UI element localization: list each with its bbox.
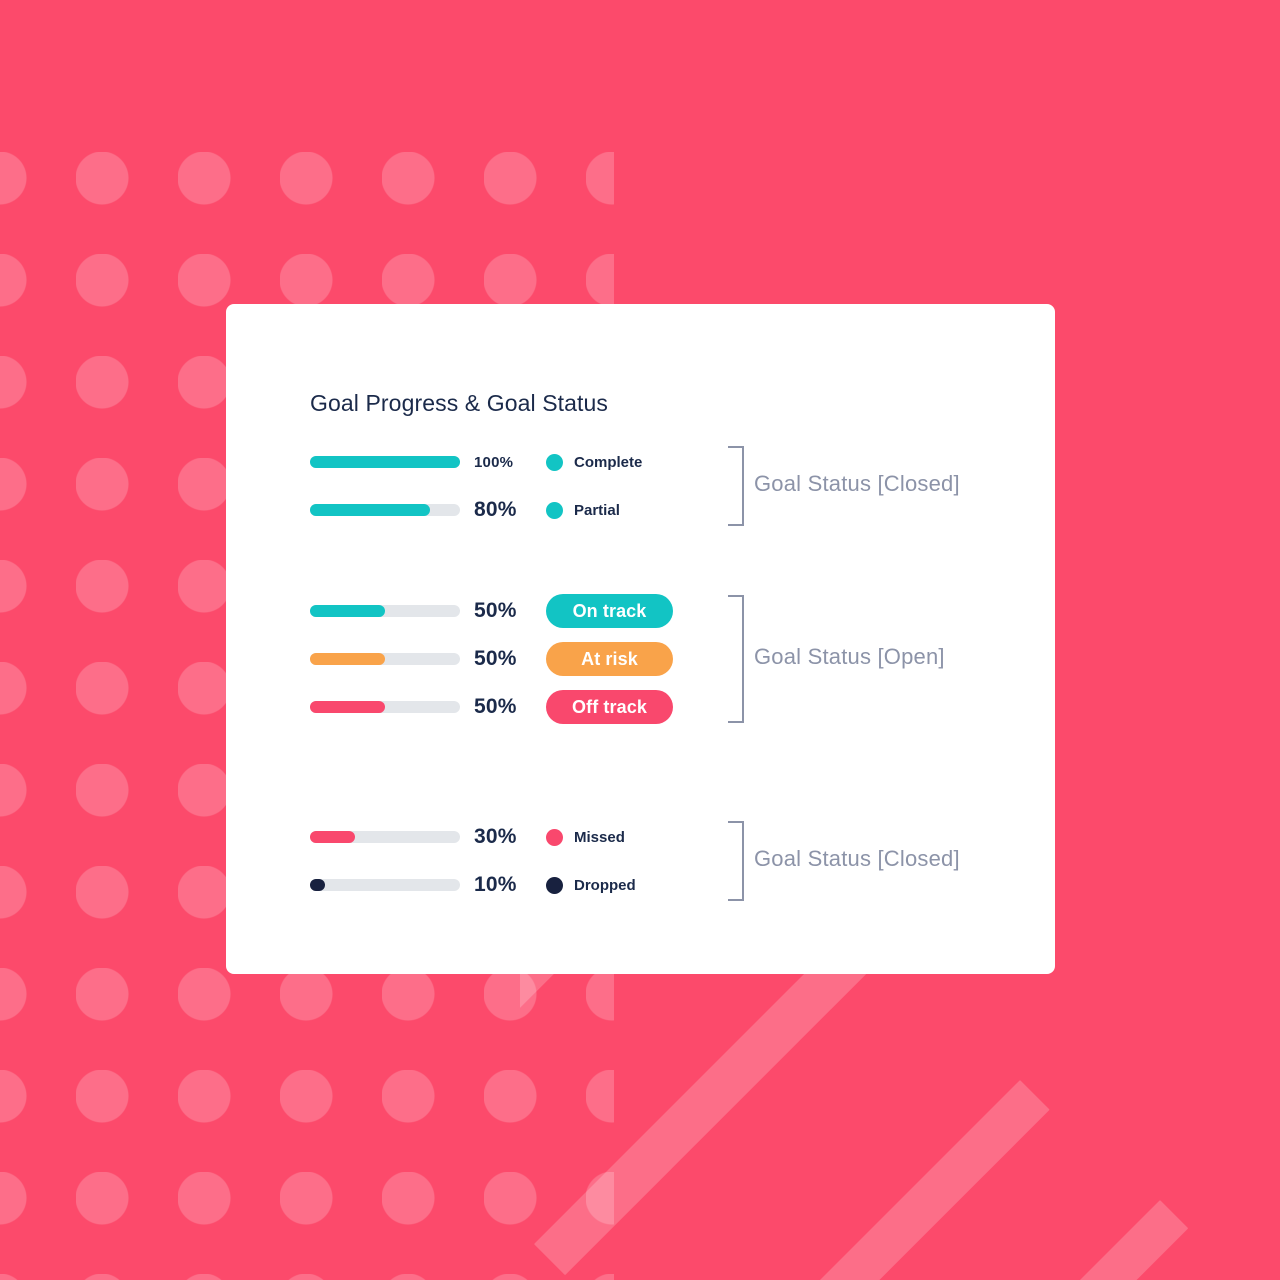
- status-legend-item: Partial: [546, 501, 696, 519]
- status-pill-on-track[interactable]: On track: [546, 594, 673, 628]
- decorative-stripe: [533, 940, 870, 1276]
- status-pill-slot: Off track: [546, 690, 696, 724]
- progress-percent-label: 80%: [474, 498, 517, 521]
- progress-bar: [310, 831, 460, 843]
- status-pill-slot: On track: [546, 594, 696, 628]
- group-label: Goal Status [Open]: [754, 644, 945, 669]
- progress-fill: [310, 701, 385, 713]
- progress-fill: [310, 831, 355, 843]
- status-pill-at-risk[interactable]: At risk: [546, 642, 673, 676]
- progress-percent-label: 50%: [474, 647, 517, 670]
- progress-bar: [310, 701, 460, 713]
- table-row: 50% Off track: [310, 683, 1010, 731]
- status-dot-icon: [546, 453, 563, 471]
- progress-bar: [310, 879, 460, 891]
- progress-bar: [310, 504, 460, 516]
- group-bracket: [728, 595, 744, 723]
- group-label: Goal Status [Closed]: [754, 846, 960, 871]
- decorative-stripe: [1032, 1200, 1189, 1280]
- status-legend-item: Dropped: [546, 876, 696, 894]
- progress-fill: [310, 605, 385, 617]
- goal-group-open: 50% On track 50% At risk 50% Off track G…: [310, 587, 1010, 731]
- group-label: Goal Status [Closed]: [754, 471, 960, 496]
- progress-percent-label: 100%: [474, 453, 514, 471]
- progress-percent-label: 50%: [474, 695, 517, 718]
- progress-fill: [310, 504, 430, 516]
- progress-bar: [310, 605, 460, 617]
- goal-group-closed-bottom: 30% Missed 10% Dropped Goal Status [Clos…: [310, 813, 1010, 909]
- status-label: Missed: [574, 828, 625, 846]
- goal-group-closed-top: 100% Complete 80% Partial Goal Status [C…: [310, 438, 1010, 534]
- group-bracket: [728, 446, 744, 526]
- decorative-stripe: [807, 1080, 1050, 1280]
- status-pill-off-track[interactable]: Off track: [546, 690, 673, 724]
- status-pill-slot: At risk: [546, 642, 696, 676]
- progress-percent-label: 30%: [474, 825, 517, 848]
- progress-bar: [310, 456, 460, 468]
- progress-percent-label: 50%: [474, 599, 517, 622]
- status-dot-icon: [546, 876, 563, 894]
- status-label: Complete: [574, 453, 643, 471]
- progress-percent-label: 10%: [474, 873, 517, 896]
- table-row: 50% On track: [310, 587, 1010, 635]
- status-dot-icon: [546, 501, 563, 519]
- progress-bar: [310, 653, 460, 665]
- status-legend-item: Missed: [546, 828, 696, 846]
- progress-fill: [310, 456, 460, 468]
- status-label: Partial: [574, 501, 620, 519]
- progress-track: [310, 879, 460, 891]
- group-bracket: [728, 821, 744, 901]
- progress-fill: [310, 879, 325, 891]
- goal-status-card: Goal Progress & Goal Status 100% Complet…: [226, 304, 1055, 974]
- status-dot-icon: [546, 828, 563, 846]
- progress-fill: [310, 653, 385, 665]
- status-legend-item: Complete: [546, 453, 696, 471]
- page-title: Goal Progress & Goal Status: [310, 390, 609, 416]
- screenshot-stage: Goal Progress & Goal Status 100% Complet…: [0, 0, 1280, 1280]
- status-label: Dropped: [574, 876, 636, 894]
